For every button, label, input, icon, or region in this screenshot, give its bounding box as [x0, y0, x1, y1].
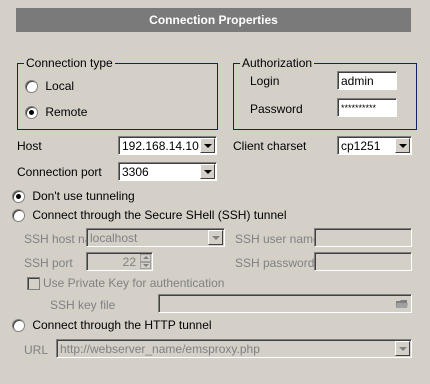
remote-radio[interactable]: Remote — [25, 105, 88, 120]
ssh-key-file-input — [158, 294, 412, 313]
http-tunnel-radio-button[interactable] — [12, 319, 25, 333]
client-charset-label: Client charset — [233, 139, 307, 153]
no-tunneling-radio-button[interactable] — [12, 190, 25, 204]
chevron-down-icon — [398, 143, 407, 148]
login-label: Login — [250, 74, 280, 88]
connection-port-value: 3306 — [122, 165, 149, 179]
arrow-up-icon — [142, 256, 149, 260]
chevron-down-icon — [211, 235, 220, 240]
login-input[interactable]: admin — [337, 71, 397, 90]
chevron-down-icon — [203, 169, 212, 174]
ssh-tunnel-radio-button[interactable] — [12, 209, 25, 223]
browse-folder-button — [394, 296, 410, 311]
ssh-user-label: SSH user name — [235, 232, 320, 246]
password-input[interactable]: ********** — [337, 98, 397, 117]
authorization-legend: Authorization — [242, 56, 313, 70]
url-dropdown-button — [395, 341, 410, 356]
spin-down-button — [140, 261, 151, 269]
url-value: http://webserver_name/emsproxy.php — [60, 342, 260, 356]
ssh-port-spin-buttons — [140, 254, 151, 269]
authorization-group: Authorization — [233, 56, 417, 130]
url-label: URL — [24, 343, 49, 357]
folder-icon — [396, 299, 408, 308]
use-private-key-label: Use Private Key for authentication — [43, 276, 225, 290]
use-private-key-checkbox — [27, 277, 40, 290]
ssh-port-spinner: 22 — [86, 252, 153, 271]
client-charset-value: cp1251 — [341, 139, 381, 153]
client-charset-dropdown-button[interactable] — [395, 138, 410, 153]
password-label: Password — [250, 102, 303, 116]
chevron-down-icon — [203, 143, 212, 148]
host-value: 192.168.14.10 — [122, 139, 199, 153]
spin-up-button — [140, 254, 151, 262]
no-tunneling-label: Don't use tunneling — [32, 189, 135, 203]
ssh-password-input — [314, 252, 412, 271]
connection-port-combo[interactable]: 3306 — [118, 162, 217, 181]
ssh-host-dropdown-button — [208, 230, 223, 245]
ssh-tunnel-radio[interactable]: Connect through the Secure SHell (SSH) t… — [12, 208, 287, 223]
ssh-user-input — [314, 228, 412, 247]
connection-port-label: Connection port — [17, 165, 102, 179]
no-tunneling-radio[interactable]: Don't use tunneling — [12, 189, 135, 204]
ssh-host-combo: localhost — [86, 228, 225, 247]
arrow-down-icon — [142, 263, 149, 267]
remote-label: Remote — [45, 105, 88, 119]
ssh-port-value: 22 — [122, 255, 136, 269]
ssh-port-label: SSH port — [24, 256, 73, 270]
host-dropdown-button[interactable] — [200, 138, 215, 153]
local-radio[interactable]: Local — [25, 79, 75, 94]
url-combo: http://webserver_name/emsproxy.php — [56, 339, 412, 358]
http-tunnel-label: Connect through the HTTP tunnel — [32, 318, 212, 332]
local-label: Local — [45, 79, 75, 93]
connection-port-dropdown-button[interactable] — [200, 164, 215, 179]
ssh-key-file-label: SSH key file — [50, 298, 116, 312]
connection-type-legend: Connection type — [26, 56, 113, 70]
ssh-password-label: SSH password — [235, 256, 315, 270]
host-label: Host — [17, 139, 42, 153]
dialog-title: Connection Properties — [16, 8, 411, 32]
chevron-down-icon — [398, 346, 407, 351]
ssh-host-value: localhost — [90, 231, 138, 245]
local-radio-button[interactable] — [25, 80, 38, 94]
remote-radio-button[interactable] — [25, 106, 38, 120]
client-charset-combo[interactable]: cp1251 — [337, 136, 412, 155]
ssh-tunnel-label: Connect through the Secure SHell (SSH) t… — [32, 208, 287, 222]
host-combo[interactable]: 192.168.14.10 — [118, 136, 217, 155]
http-tunnel-radio[interactable]: Connect through the HTTP tunnel — [12, 318, 212, 333]
